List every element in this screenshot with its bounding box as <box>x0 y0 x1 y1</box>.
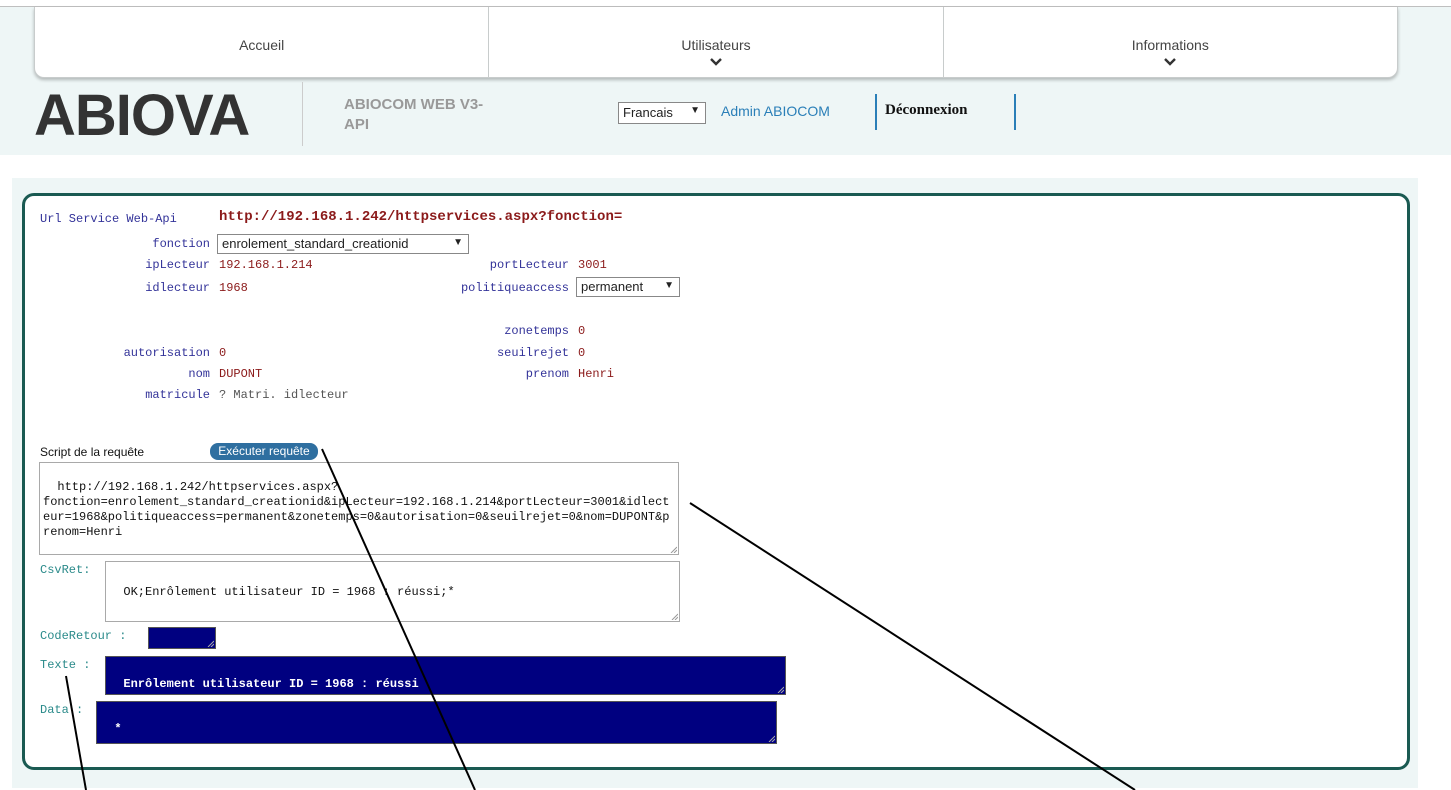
seuilrejet-value: 0 <box>578 346 586 360</box>
nom-label: nom <box>188 367 210 381</box>
logout-button[interactable]: Déconnexion <box>875 94 1016 130</box>
iplecteur-label: ipLecteur <box>145 258 210 272</box>
idlecteur-label: idlecteur <box>145 281 210 295</box>
script-textarea[interactable]: http://192.168.1.242/httpservices.aspx? … <box>39 462 679 555</box>
idlecteur-value: 1968 <box>219 281 248 295</box>
csvret-value: OK;Enrôlement utilisateur ID = 1968 : ré… <box>123 585 455 599</box>
fonction-value: enrolement_standard_creationid <box>222 236 409 251</box>
iplecteur-value: 192.168.1.214 <box>219 258 313 272</box>
data-label: Data : <box>40 703 84 717</box>
dropdown-arrow-icon: ▼ <box>453 237 463 248</box>
fonction-label: fonction <box>152 237 210 251</box>
chevron-down-icon <box>710 58 722 66</box>
resize-grip-icon <box>777 686 784 693</box>
csvret-label: CsvRet: <box>40 563 91 577</box>
prenom-value: Henri <box>578 367 615 381</box>
nav-item-accueil[interactable]: Accueil <box>35 7 488 77</box>
seuilrejet-label: seuilrejet <box>496 346 569 360</box>
language-value: Francais <box>623 105 673 120</box>
url-value: http://192.168.1.242/httpservices.aspx?f… <box>219 209 623 225</box>
logo: ABIOVA <box>34 83 250 148</box>
prenom-label: prenom <box>525 367 569 381</box>
language-select[interactable]: Francais ▼ <box>618 102 706 124</box>
resize-grip-icon <box>207 640 214 647</box>
url-label: Url Service Web-Api <box>40 212 177 226</box>
csvret-textarea[interactable]: OK;Enrôlement utilisateur ID = 1968 : ré… <box>105 561 680 622</box>
execute-request-button[interactable]: Exécuter requête <box>210 443 318 460</box>
politiqueaccess-select[interactable]: permanent ▼ <box>576 277 680 297</box>
coderetour-label: CodeRetour : <box>40 629 127 643</box>
logo-divider <box>302 82 303 146</box>
nom-value: DUPONT <box>219 367 263 381</box>
matricule-value: ? Matri. idlecteur <box>219 388 349 402</box>
autorisation-value: 0 <box>219 346 227 360</box>
data-field[interactable]: * <box>96 701 777 744</box>
nav-item-informations[interactable]: Informations <box>942 7 1397 77</box>
texte-value: Enrôlement utilisateur ID = 1968 : réuss… <box>123 677 419 691</box>
matricule-label: matricule <box>145 388 210 402</box>
coderetour-field[interactable]: OK <box>148 627 216 649</box>
resize-grip-icon <box>768 735 775 742</box>
autorisation-label: autorisation <box>123 346 210 360</box>
coderetour-value: OK <box>166 647 180 648</box>
politiqueaccess-value: permanent <box>581 279 644 294</box>
dropdown-arrow-icon: ▼ <box>664 280 674 291</box>
politiqueaccess-label: politiqueaccess <box>460 281 569 295</box>
texte-field[interactable]: Enrôlement utilisateur ID = 1968 : réuss… <box>105 656 786 695</box>
portlecteur-label: portLecteur <box>489 258 569 272</box>
nav-item-label: Informations <box>1131 37 1209 53</box>
script-text: http://192.168.1.242/httpservices.aspx? … <box>43 480 670 539</box>
main-nav: Accueil Utilisateurs Informations <box>34 7 1398 78</box>
nav-item-label: Accueil <box>239 37 285 53</box>
script-label: Script de la requête <box>40 445 145 459</box>
resize-grip-icon <box>671 613 678 620</box>
chevron-down-icon <box>1164 58 1177 66</box>
zonetemps-value: 0 <box>578 324 586 338</box>
texte-label: Texte : <box>40 658 91 672</box>
admin-link[interactable]: Admin ABIOCOM <box>721 103 830 119</box>
nav-item-label: Utilisateurs <box>681 37 751 53</box>
resize-grip-icon <box>670 546 677 553</box>
portlecteur-value: 3001 <box>578 258 607 272</box>
zonetemps-label: zonetemps <box>504 324 569 338</box>
app-subtitle: ABIOCOM WEB V3-API <box>344 96 484 133</box>
fonction-select[interactable]: enrolement_standard_creationid ▼ <box>217 234 469 254</box>
nav-item-utilisateurs[interactable]: Utilisateurs <box>488 7 942 77</box>
dropdown-arrow-icon: ▼ <box>690 105 700 116</box>
data-value: * <box>114 722 122 736</box>
